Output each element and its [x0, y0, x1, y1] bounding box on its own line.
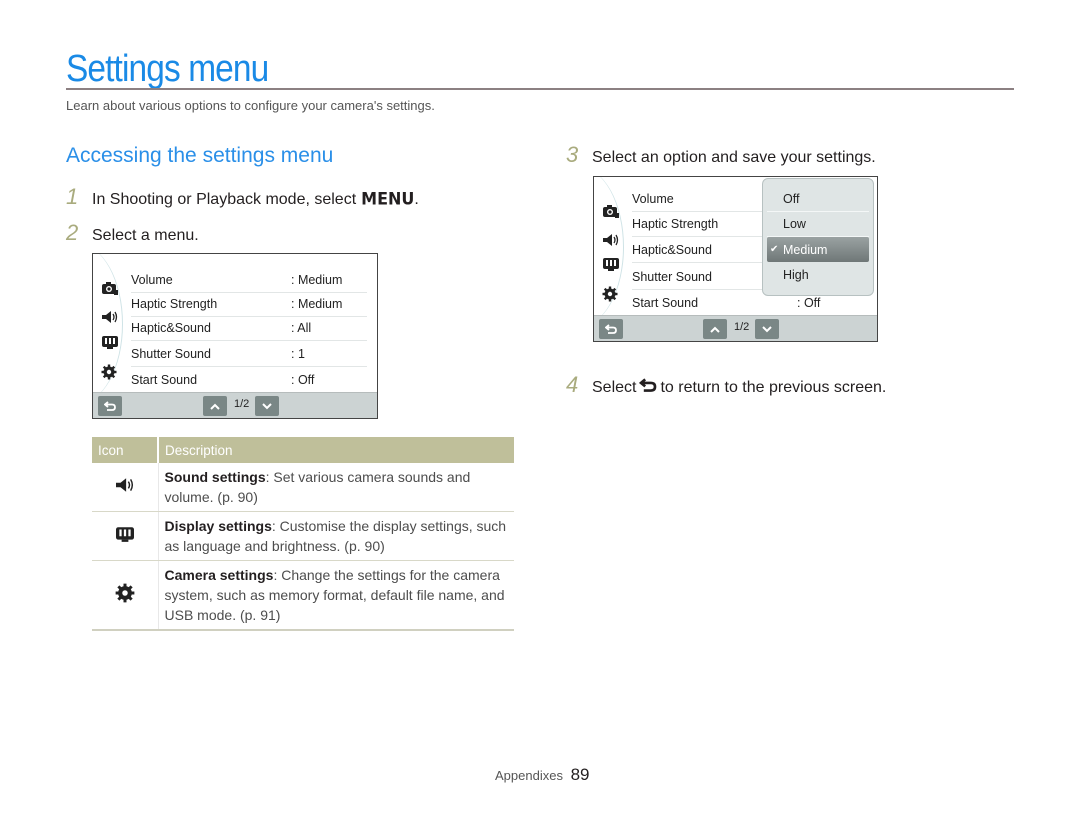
row-label: Volume — [131, 273, 173, 287]
back-button[interactable] — [599, 319, 623, 339]
row-value: : All — [291, 321, 312, 335]
screen-nav-bar: 1/2 — [93, 392, 377, 418]
page-footer: Appendixes 89 — [495, 765, 590, 785]
option-medium-selected[interactable]: ✔ Medium — [767, 237, 869, 262]
option-off[interactable]: Off — [767, 187, 869, 212]
chevron-up-icon — [210, 403, 220, 410]
option-label: Off — [783, 192, 800, 206]
screen-nav-bar: 1/2 — [594, 315, 877, 341]
back-icon — [104, 401, 116, 411]
step-4: 4 Select to return to the previous scree… — [566, 372, 886, 398]
description-title: Sound settings — [164, 469, 266, 485]
description-title: Camera settings — [164, 567, 274, 583]
display-icon — [115, 526, 134, 542]
footer-section: Appendixes — [495, 768, 563, 783]
step-text-before: Select — [592, 379, 637, 396]
menu-row[interactable]: Haptic&Sound : All — [131, 316, 367, 341]
step-number: 2 — [66, 220, 79, 245]
row-label: Start Sound — [632, 295, 699, 310]
camera-settings-icon[interactable] — [101, 280, 119, 296]
row-label: Shutter Sound — [131, 347, 211, 361]
page-number: 89 — [570, 765, 590, 784]
option-high[interactable]: High — [767, 262, 869, 287]
page-indicator: 1/2 — [234, 398, 250, 410]
row-value: : Medium — [291, 297, 343, 311]
step-suffix: . — [414, 191, 419, 208]
step-text: In Shooting or Playback mode, select — [92, 191, 357, 208]
menu-row[interactable]: Shutter Sound : 1 — [131, 342, 367, 367]
option-label: High — [783, 267, 809, 282]
back-icon — [605, 324, 617, 334]
chevron-down-icon — [262, 402, 272, 409]
menu-row[interactable]: Start Sound : Off — [131, 367, 367, 392]
step-1: 1 In Shooting or Playback mode, select M… — [66, 184, 419, 210]
option-label: Low — [783, 217, 806, 231]
step-3: 3 Select an option and save your setting… — [566, 142, 876, 168]
step-text-after: to return to the previous screen. — [660, 379, 887, 396]
step-2: 2 Select a menu. — [66, 220, 199, 246]
option-low[interactable]: Low — [767, 212, 869, 237]
page-up-button[interactable] — [203, 396, 227, 416]
menu-row[interactable]: Volume : Medium — [131, 268, 367, 293]
display-icon[interactable] — [602, 256, 620, 272]
title-divider — [66, 88, 1014, 90]
page-subtitle: Learn about various options to configure… — [66, 98, 435, 113]
table-row: Camera settings: Change the settings for… — [92, 560, 514, 631]
menu-row[interactable]: Haptic Strength : Medium — [131, 292, 367, 317]
step-text: Select an option and save your settings. — [592, 149, 876, 166]
chevron-up-icon — [710, 326, 720, 333]
camera-screen-menu: Volume : Medium Haptic Strength : Medium… — [92, 253, 378, 419]
option-dropdown[interactable]: Off Low ✔ Medium High — [762, 178, 874, 296]
section-title: Accessing the settings menu — [66, 144, 334, 167]
display-icon[interactable] — [101, 334, 119, 350]
table-row: Sound settings: Set various camera sound… — [92, 463, 514, 512]
settings-icon-table: Icon Description Sound settings: Set var… — [92, 437, 514, 631]
camera-settings-icon[interactable] — [602, 203, 620, 219]
row-value: : Off — [291, 372, 315, 387]
gear-icon[interactable] — [602, 286, 620, 302]
step-number: 1 — [66, 184, 79, 209]
gear-icon[interactable] — [101, 364, 119, 380]
sound-icon[interactable] — [101, 309, 119, 325]
step-number: 4 — [566, 372, 579, 397]
row-value: : Medium — [291, 273, 343, 287]
step-number: 3 — [566, 142, 579, 167]
column-header-description: Description — [158, 437, 514, 463]
page-up-button[interactable] — [703, 319, 727, 339]
checkmark-icon: ✔ — [770, 244, 779, 255]
menu-button-glyph: MENU — [361, 188, 415, 209]
page-down-button[interactable] — [755, 319, 779, 339]
row-value: : 1 — [291, 347, 305, 361]
camera-screen-options: Volume Haptic Strength Haptic&Sound Shut… — [593, 176, 878, 342]
description-title: Display settings — [164, 518, 272, 534]
gear-icon — [115, 583, 135, 602]
row-value: : Off — [797, 295, 821, 310]
row-label: Haptic Strength — [131, 297, 218, 311]
page-title: Settings menu — [66, 48, 269, 90]
step-text: Select a menu. — [92, 227, 199, 244]
column-header-icon: Icon — [92, 437, 159, 463]
option-label: Medium — [783, 242, 828, 257]
page-down-button[interactable] — [255, 396, 279, 416]
row-label: Haptic&Sound — [131, 321, 211, 335]
sound-icon[interactable] — [602, 232, 620, 248]
sound-icon — [115, 477, 133, 492]
table-header-row: Icon Description — [92, 437, 514, 463]
page-indicator: 1/2 — [734, 321, 750, 333]
back-icon — [639, 378, 657, 392]
table-row: Display settings: Customise the display … — [92, 511, 514, 561]
back-button[interactable] — [98, 396, 122, 416]
row-label: Start Sound — [131, 372, 198, 387]
chevron-down-icon — [762, 325, 772, 332]
